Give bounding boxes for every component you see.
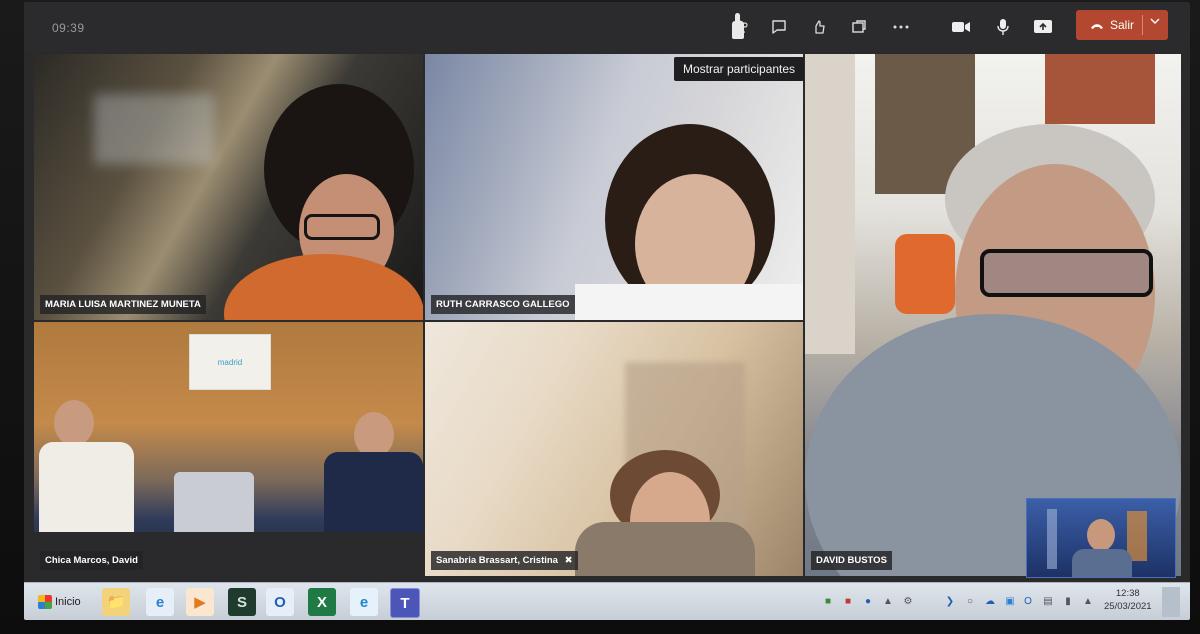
tray-chevron-icon[interactable]: ❯ <box>944 594 956 608</box>
show-desktop-button[interactable] <box>1162 587 1180 617</box>
teams-window: 09:39 Salir Mostrar participantes MARIA … <box>24 2 1190 620</box>
glasses-icon <box>980 249 1153 297</box>
leave-divider <box>1142 15 1143 35</box>
app-s-icon[interactable]: S <box>228 588 256 616</box>
tray-outlook-icon[interactable]: O <box>1022 594 1034 608</box>
video-tile-participant-5[interactable]: Sanabria Brassart, Cristina ✖ <box>425 322 803 576</box>
start-label: Inicio <box>55 596 81 608</box>
self-face <box>1087 519 1115 551</box>
participant-shirt <box>224 254 423 320</box>
internet-explorer-icon[interactable]: e <box>146 588 174 616</box>
self-view-preview[interactable] <box>1026 498 1176 578</box>
video-tile-participant-1[interactable]: MARIA LUISA MARTINEZ MUNETA <box>34 54 423 320</box>
media-player-icon[interactable]: ▶ <box>186 588 214 616</box>
bookshelf-left <box>805 54 855 354</box>
background-pillar <box>1047 509 1057 569</box>
muted-mic-icon: ✖ <box>564 555 573 566</box>
room-sign: madrid <box>189 334 271 390</box>
teams-icon[interactable]: T <box>390 588 420 618</box>
edge-icon[interactable]: e <box>350 588 378 616</box>
microphone-icon[interactable] <box>990 14 1016 40</box>
windows-taskbar: Inicio 📁 e ▶ S O X e T ■ ■ ● ▲ ⚙ ❯ ○ ☁ ▣… <box>24 582 1190 620</box>
camera-icon[interactable] <box>948 14 974 40</box>
participant-name-label: MARIA LUISA MARTINEZ MUNETA <box>40 295 206 314</box>
video-tile-participant-2[interactable]: RUTH CARRASCO GALLEGO <box>425 54 803 320</box>
leave-label: Salir <box>1110 18 1135 32</box>
background-window <box>94 94 214 164</box>
participant-name-label: Chica Marcos, David <box>40 551 143 570</box>
participant-shirt <box>575 522 755 576</box>
person-left-face <box>54 400 94 446</box>
tray-settings-icon[interactable]: ⚙ <box>902 594 914 608</box>
excel-icon[interactable]: X <box>308 588 336 616</box>
tray-bluetooth-icon[interactable]: ● <box>862 594 874 608</box>
tray-security-icon[interactable]: ■ <box>822 594 834 608</box>
taskbar-time: 12:38 <box>1115 588 1140 599</box>
windows-logo-icon <box>38 595 52 609</box>
chat-icon[interactable] <box>766 14 792 40</box>
leave-button[interactable]: Salir <box>1076 10 1168 40</box>
participant-name-label: Sanabria Brassart, Cristina ✖ <box>431 551 578 570</box>
taskbar-clock[interactable]: 12:38 25/03/2021 <box>1104 587 1152 613</box>
orange-chair <box>895 234 955 314</box>
chevron-down-icon[interactable] <box>1150 17 1160 28</box>
start-button[interactable]: Inicio <box>38 592 81 612</box>
tray-printer-icon[interactable]: ▤ <box>1042 594 1054 608</box>
participants-tooltip: Mostrar participantes <box>674 57 805 81</box>
taskbar-date: 25/03/2021 <box>1104 601 1152 612</box>
tray-network-icon[interactable]: ○ <box>964 594 976 608</box>
tray-onedrive-icon[interactable]: ☁ <box>984 594 996 608</box>
meeting-timer: 09:39 <box>52 21 85 35</box>
tray-volume-icon[interactable]: ▲ <box>1082 594 1094 608</box>
tray-display-icon[interactable]: ▣ <box>1004 594 1016 608</box>
hang-up-icon <box>1090 18 1104 33</box>
glasses-icon <box>304 214 380 240</box>
outlook-icon[interactable]: O <box>266 588 294 616</box>
video-tile-participant-4[interactable]: madrid Chica Marcos, David <box>34 322 423 576</box>
file-explorer-icon[interactable]: 📁 <box>102 588 130 616</box>
share-screen-icon[interactable] <box>1030 14 1056 40</box>
participant-shirt <box>575 284 803 320</box>
tray-usb-icon[interactable]: ▲ <box>882 594 894 608</box>
person-left-shirt <box>39 442 134 532</box>
self-shirt <box>1072 549 1132 577</box>
participant-name-text: Sanabria Brassart, Cristina <box>436 555 558 566</box>
participant-name-label: RUTH CARRASCO GALLEGO <box>431 295 575 314</box>
bookshelf-books-right <box>1045 54 1155 124</box>
room-sign-text: madrid <box>217 357 243 367</box>
tray-power-icon[interactable]: ▮ <box>1062 594 1074 608</box>
reactions-icon[interactable] <box>806 14 832 40</box>
tray-alert-icon[interactable]: ■ <box>842 594 854 608</box>
more-options-icon[interactable] <box>888 14 914 40</box>
person-right-suit <box>324 452 423 542</box>
meeting-control-bar: 09:39 Salir <box>24 2 1190 52</box>
rooms-icon[interactable] <box>846 14 872 40</box>
participant-name-label: DAVID BUSTOS <box>811 551 892 570</box>
mouse-pointer-icon <box>732 13 744 39</box>
